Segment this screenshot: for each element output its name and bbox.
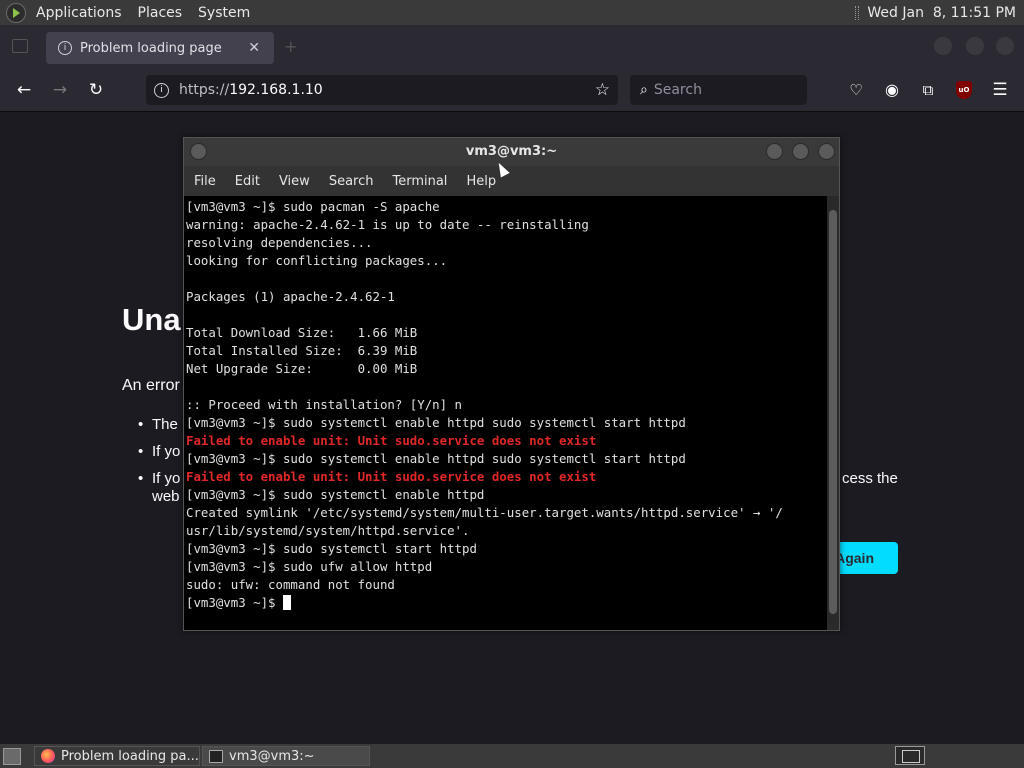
menu-applications[interactable]: Applications — [28, 5, 130, 21]
error-bullet-text: If yo — [152, 443, 181, 460]
menu-terminal[interactable]: Terminal — [382, 174, 456, 189]
terminal-cursor — [282, 595, 291, 610]
panel-separator — [855, 5, 860, 20]
minimize-window-icon[interactable] — [934, 37, 952, 55]
terminal-line: [vm3@vm3 ~]$ sudo ufw allow httpd — [186, 559, 433, 574]
terminal-line: looking for conflicting packages... — [186, 253, 448, 268]
distro-logo-icon[interactable] — [6, 2, 26, 23]
terminal-line: Total Installed Size: 6.39 MiB — [186, 343, 418, 358]
new-tab-icon[interactable]: + — [284, 37, 297, 56]
taskbar-item-terminal[interactable]: vm3@vm3:~ — [202, 746, 370, 766]
show-desktop-icon[interactable] — [3, 748, 21, 765]
terminal-title: vm3@vm3:~ — [465, 144, 558, 159]
terminal-line: [vm3@vm3 ~]$ sudo pacman -S apache — [186, 199, 440, 214]
error-bullet: If yo — [138, 443, 180, 460]
terminal-line: [vm3@vm3 ~]$ sudo systemctl enable httpd… — [186, 451, 686, 466]
terminal-titlebar[interactable]: vm3@vm3:~ — [184, 138, 839, 166]
scrollbar-thumb[interactable] — [829, 210, 837, 614]
tab-problem-loading-page[interactable]: i Problem loading page ✕ — [46, 32, 274, 64]
error-page-intro: An error — [122, 377, 180, 394]
info-icon: i — [58, 41, 72, 55]
terminal-window[interactable]: vm3@vm3:~ File Edit View Search Terminal… — [183, 137, 840, 631]
site-info-icon[interactable]: i — [154, 82, 169, 98]
error-bullet-line2: web — [152, 488, 180, 505]
error-bullet-text: The — [152, 416, 178, 433]
menu-system[interactable]: System — [190, 5, 258, 21]
extensions-icon[interactable]: ⧉ — [918, 80, 938, 100]
firefox-icon — [41, 749, 55, 763]
tab-title: Problem loading page — [80, 40, 222, 56]
terminal-menubar: File Edit View Search Terminal Help — [184, 166, 839, 196]
maximize-icon[interactable] — [792, 143, 809, 160]
terminal-line: usr/lib/systemd/system/httpd.service'. — [186, 523, 470, 538]
terminal-prompt-line: [vm3@vm3 ~]$ — [186, 594, 827, 612]
error-bullet-tail: cess the — [842, 470, 898, 487]
terminal-line: Net Upgrade Size: 0.00 MiB — [186, 361, 418, 376]
url-scheme: https:// — [179, 82, 230, 98]
menu-places[interactable]: Places — [130, 5, 191, 21]
terminal-error-line: Failed to enable unit: Unit sudo.service… — [186, 433, 597, 448]
terminal-line: :: Proceed with installation? [Y/n] n — [186, 397, 463, 412]
ublock-origin-icon[interactable]: uO — [956, 81, 972, 99]
terminal-line: warning: apache-2.4.62-1 is up to date -… — [186, 217, 589, 232]
terminal-line: Total Download Size: 1.66 MiB — [186, 325, 418, 340]
reload-icon[interactable]: ↻ — [86, 80, 106, 100]
pocket-icon[interactable]: ♡ — [846, 80, 866, 100]
terminal-error-line: Failed to enable unit: Unit sudo.service… — [186, 469, 597, 484]
search-icon: ⌕ — [640, 82, 648, 98]
close-tab-icon[interactable]: ✕ — [248, 40, 260, 56]
workspace-switcher[interactable] — [895, 746, 925, 765]
maximize-window-icon[interactable] — [966, 37, 984, 55]
error-bullet: If yo — [138, 470, 180, 487]
terminal-line: Packages (1) apache-2.4.62-1 — [186, 289, 395, 304]
url-bar[interactable]: i https://192.168.1.10 ☆ — [146, 75, 618, 105]
tab-overview-icon[interactable] — [12, 39, 28, 53]
bookmark-star-icon[interactable]: ☆ — [595, 80, 610, 100]
menu-edit[interactable]: Edit — [225, 174, 269, 189]
taskbar-item-label: vm3@vm3:~ — [229, 748, 315, 764]
terminal-line: [vm3@vm3 ~]$ sudo systemctl enable httpd — [186, 487, 485, 502]
terminal-line: sudo: ufw: command not found — [186, 577, 395, 592]
menu-file[interactable]: File — [184, 174, 225, 189]
error-page-title: Una — [122, 302, 181, 337]
terminal-line: resolving dependencies... — [186, 235, 373, 250]
forward-icon[interactable]: → — [50, 80, 70, 100]
search-bar[interactable]: ⌕ Search — [630, 75, 807, 105]
terminal-line: [vm3@vm3 ~]$ sudo systemctl start httpd — [186, 541, 477, 556]
taskbar-item-label: Problem loading pa... — [61, 748, 199, 764]
search-placeholder: Search — [653, 82, 702, 98]
terminal-scrollbar[interactable] — [827, 196, 839, 630]
error-bullet: The — [138, 416, 178, 433]
url-host: 192.168.1.10 — [229, 82, 323, 98]
taskbar-item-firefox[interactable]: Problem loading pa... — [34, 746, 200, 766]
clock[interactable]: Wed Jan 8, 11:51 PM — [867, 5, 1016, 21]
menu-view[interactable]: View — [269, 174, 319, 189]
menu-search[interactable]: Search — [319, 174, 383, 189]
hamburger-menu-icon[interactable]: ☰ — [990, 80, 1010, 100]
browser-nav-bar: ← → ↻ i https://192.168.1.10 ☆ ⌕ Search … — [0, 70, 1024, 112]
close-window-icon[interactable] — [996, 37, 1014, 55]
account-icon[interactable]: ◉ — [882, 80, 902, 100]
menu-help[interactable]: Help — [456, 174, 505, 189]
error-bullet-text: If yo — [152, 470, 181, 487]
top-panel: Applications Places System Wed Jan 8, 11… — [0, 0, 1024, 25]
back-icon[interactable]: ← — [14, 80, 34, 100]
minimize-icon[interactable] — [766, 143, 783, 160]
browser-tab-bar: i Problem loading page ✕ + — [0, 25, 1024, 70]
terminal-prompt: [vm3@vm3 ~]$ — [186, 595, 283, 610]
terminal-line: Created symlink '/etc/systemd/system/mul… — [186, 505, 783, 520]
terminal-output[interactable]: [vm3@vm3 ~]$ sudo pacman -S apache warnin… — [184, 196, 827, 630]
bottom-taskbar: Problem loading pa... vm3@vm3:~ — [0, 744, 1024, 768]
terminal-icon — [209, 749, 223, 763]
terminal-line: [vm3@vm3 ~]$ sudo systemctl enable httpd… — [186, 415, 686, 430]
close-icon[interactable] — [818, 143, 835, 160]
